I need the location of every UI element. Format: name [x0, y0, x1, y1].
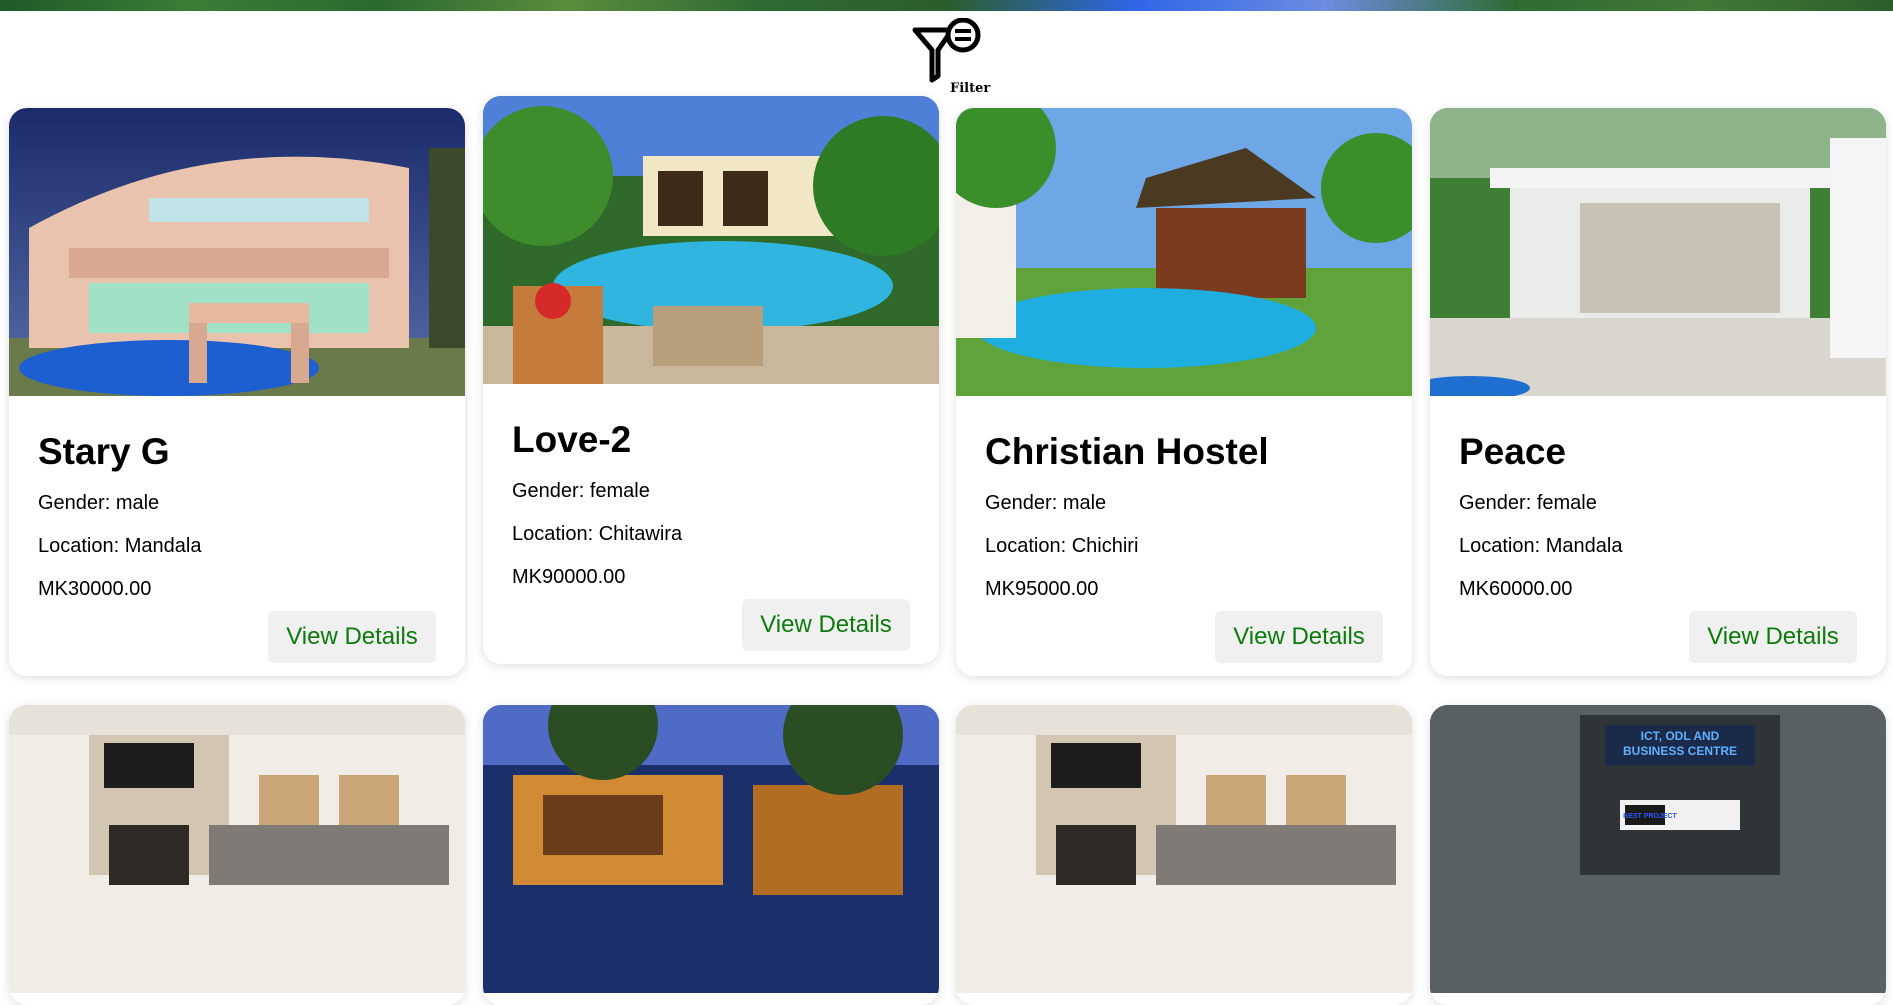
hostel-location: Location: Chitawira: [512, 523, 683, 545]
hostel-name: Christian Hostel: [985, 431, 1269, 472]
hostel-photo: [483, 705, 939, 993]
small-building-sign: BEST PROJECT: [1623, 813, 1677, 820]
hostel-card: Love-2 Gender: female Location: Chitawir…: [483, 96, 939, 664]
hostel-gender: Gender: female: [1459, 492, 1597, 514]
view-details-button[interactable]: View Details: [742, 599, 910, 651]
hostel-location: Location: Mandala: [1459, 535, 1623, 557]
top-banner-image: [0, 0, 1893, 11]
hostel-price: MK30000.00: [38, 578, 152, 600]
hostel-photo: [1430, 108, 1886, 396]
hostel-gender: Gender: male: [38, 492, 160, 514]
hostel-photo: [9, 705, 465, 993]
hostel-card: [483, 705, 939, 1005]
hostel-location: Location: Chichiri: [985, 535, 1139, 557]
hostel-card: Christian Hostel Gender: male Location: …: [956, 108, 1412, 676]
hostel-name: Peace: [1459, 431, 1566, 472]
filter-button[interactable]: Filter: [910, 18, 990, 96]
hostel-location: Location: Mandala: [38, 535, 202, 557]
hostel-photo: [956, 108, 1412, 396]
view-details-button[interactable]: View Details: [268, 611, 436, 663]
building-sign-line1: ICT, ODL AND: [1641, 729, 1720, 743]
view-details-button[interactable]: View Details: [1689, 611, 1857, 663]
hostel-gender: Gender: male: [985, 492, 1107, 514]
hostel-gender: Gender: female: [512, 480, 650, 502]
hostel-price: MK60000.00: [1459, 578, 1573, 600]
hostel-card: [956, 705, 1412, 1005]
hostel-card: [9, 705, 465, 1005]
hostel-photo: [9, 108, 465, 396]
hostel-photo: ICT, ODL AND BUSINESS CENTRE BEST PROJEC…: [1430, 705, 1886, 993]
hostel-name: Stary G: [38, 431, 170, 472]
hostel-card: Peace Gender: female Location: Mandala M…: [1430, 108, 1886, 676]
hostel-photo: [956, 705, 1412, 993]
hostel-price: MK90000.00: [512, 566, 626, 588]
filter-label: Filter: [950, 81, 991, 96]
hostel-card: ICT, ODL AND BUSINESS CENTRE BEST PROJEC…: [1430, 705, 1886, 1005]
hostel-price: MK95000.00: [985, 578, 1099, 600]
hostel-photo: [483, 96, 939, 384]
hostel-card: Stary G Gender: male Location: Mandala M…: [9, 108, 465, 676]
hostel-name: Love-2: [512, 419, 632, 460]
view-details-button[interactable]: View Details: [1215, 611, 1383, 663]
building-sign-line2: BUSINESS CENTRE: [1623, 744, 1737, 758]
